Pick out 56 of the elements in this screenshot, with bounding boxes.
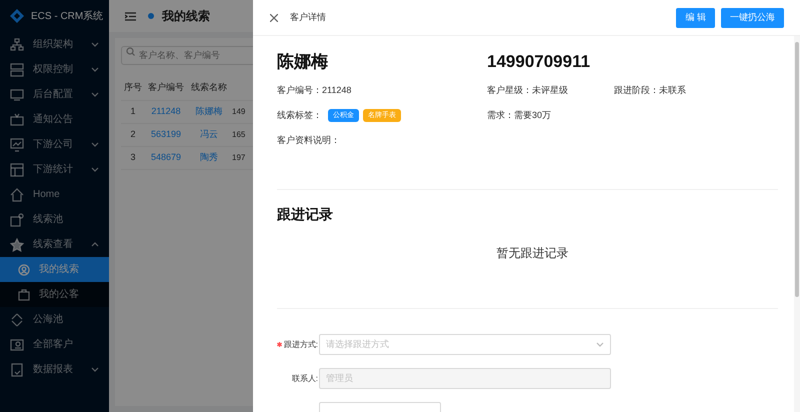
follow-stage: 跟进阶段：未联系 <box>614 84 686 97</box>
page-title: 我的线索 <box>162 8 210 25</box>
column-header: 序号 <box>123 80 143 94</box>
sidebar-item[interactable]: 权限控制 <box>0 57 109 82</box>
table-link[interactable]: 陶秀 <box>187 151 231 165</box>
sidebar-item[interactable]: 公海池 <box>0 307 109 332</box>
section-title: 跟进记录 <box>277 205 334 224</box>
table-link[interactable]: 548679 <box>145 151 187 165</box>
sidebar-item[interactable]: 下游统计 <box>0 157 109 182</box>
table-cell-text: 1 <box>129 105 136 118</box>
field-label: 联系人: <box>292 372 318 384</box>
dot-icon <box>148 13 154 19</box>
demand: 需求：需要30万 <box>487 108 552 122</box>
table-link[interactable]: 211248 <box>145 105 187 119</box>
sidebar-item[interactable]: 线索池 <box>0 207 109 232</box>
tags-label: 线索标签： <box>277 108 322 122</box>
table-cell-text: 149 <box>231 106 246 118</box>
menu-fold-icon <box>125 12 136 20</box>
table-cell-text: 197 <box>231 152 246 164</box>
star-level: 客户星级：未评星级 <box>487 84 568 97</box>
column-header: 线索名称 <box>190 80 228 94</box>
table-link[interactable]: 563199 <box>145 128 187 142</box>
sidebar-item[interactable]: 数据报表 <box>0 357 109 382</box>
app-title: ECS - CRM系统 <box>31 10 104 24</box>
sidebar-item[interactable]: 后台配置 <box>0 82 109 107</box>
sidebar-item[interactable]: 全部客户 <box>0 332 109 357</box>
scrollbar-thumb[interactable] <box>795 42 799 297</box>
sidebar-item[interactable]: 下游公司 <box>0 132 109 157</box>
drawer-title: 客户详情 <box>290 10 327 24</box>
submenu-item[interactable]: 我的公客 <box>0 282 109 307</box>
close-button[interactable] <box>269 12 279 22</box>
table-cell-text: 3 <box>129 151 136 164</box>
phone-number: 14990709911 <box>487 51 592 74</box>
select-field[interactable]: 请选择跟进方式 <box>319 334 611 355</box>
close-icon <box>270 14 278 22</box>
sidebar-item[interactable]: 线索查看 <box>0 232 109 257</box>
user-circle-icon <box>18 264 30 276</box>
action-button[interactable]: 编 辑 <box>676 8 715 28</box>
customer-name: 陈娜梅 <box>277 51 329 74</box>
column-header: 客户编号 <box>147 80 185 94</box>
table-link[interactable]: 冯云 <box>187 128 231 142</box>
field-label: 跟进方式: <box>284 338 318 350</box>
sidebar-item[interactable]: 通知公告 <box>0 107 109 132</box>
sidebar-item[interactable]: Home <box>0 182 109 207</box>
submenu-item[interactable]: 我的线索 <box>0 257 109 282</box>
table-cell-text: 2 <box>129 128 136 142</box>
chevron-down-icon <box>596 342 604 347</box>
profile-note-label: 客户资料说明： <box>277 134 340 147</box>
sidebar-item[interactable]: 组织架构 <box>0 32 109 57</box>
diamond-logo-icon <box>9 8 25 24</box>
customer-number: 客户编号：211248 <box>277 84 352 97</box>
table-link[interactable]: 陈娜梅 <box>187 105 231 119</box>
search-icon <box>126 47 135 56</box>
empty-records-text: 暂无跟进记录 <box>496 245 570 262</box>
table-cell-text: 165 <box>231 129 246 141</box>
action-button[interactable]: 一键扔公海 <box>721 8 784 28</box>
